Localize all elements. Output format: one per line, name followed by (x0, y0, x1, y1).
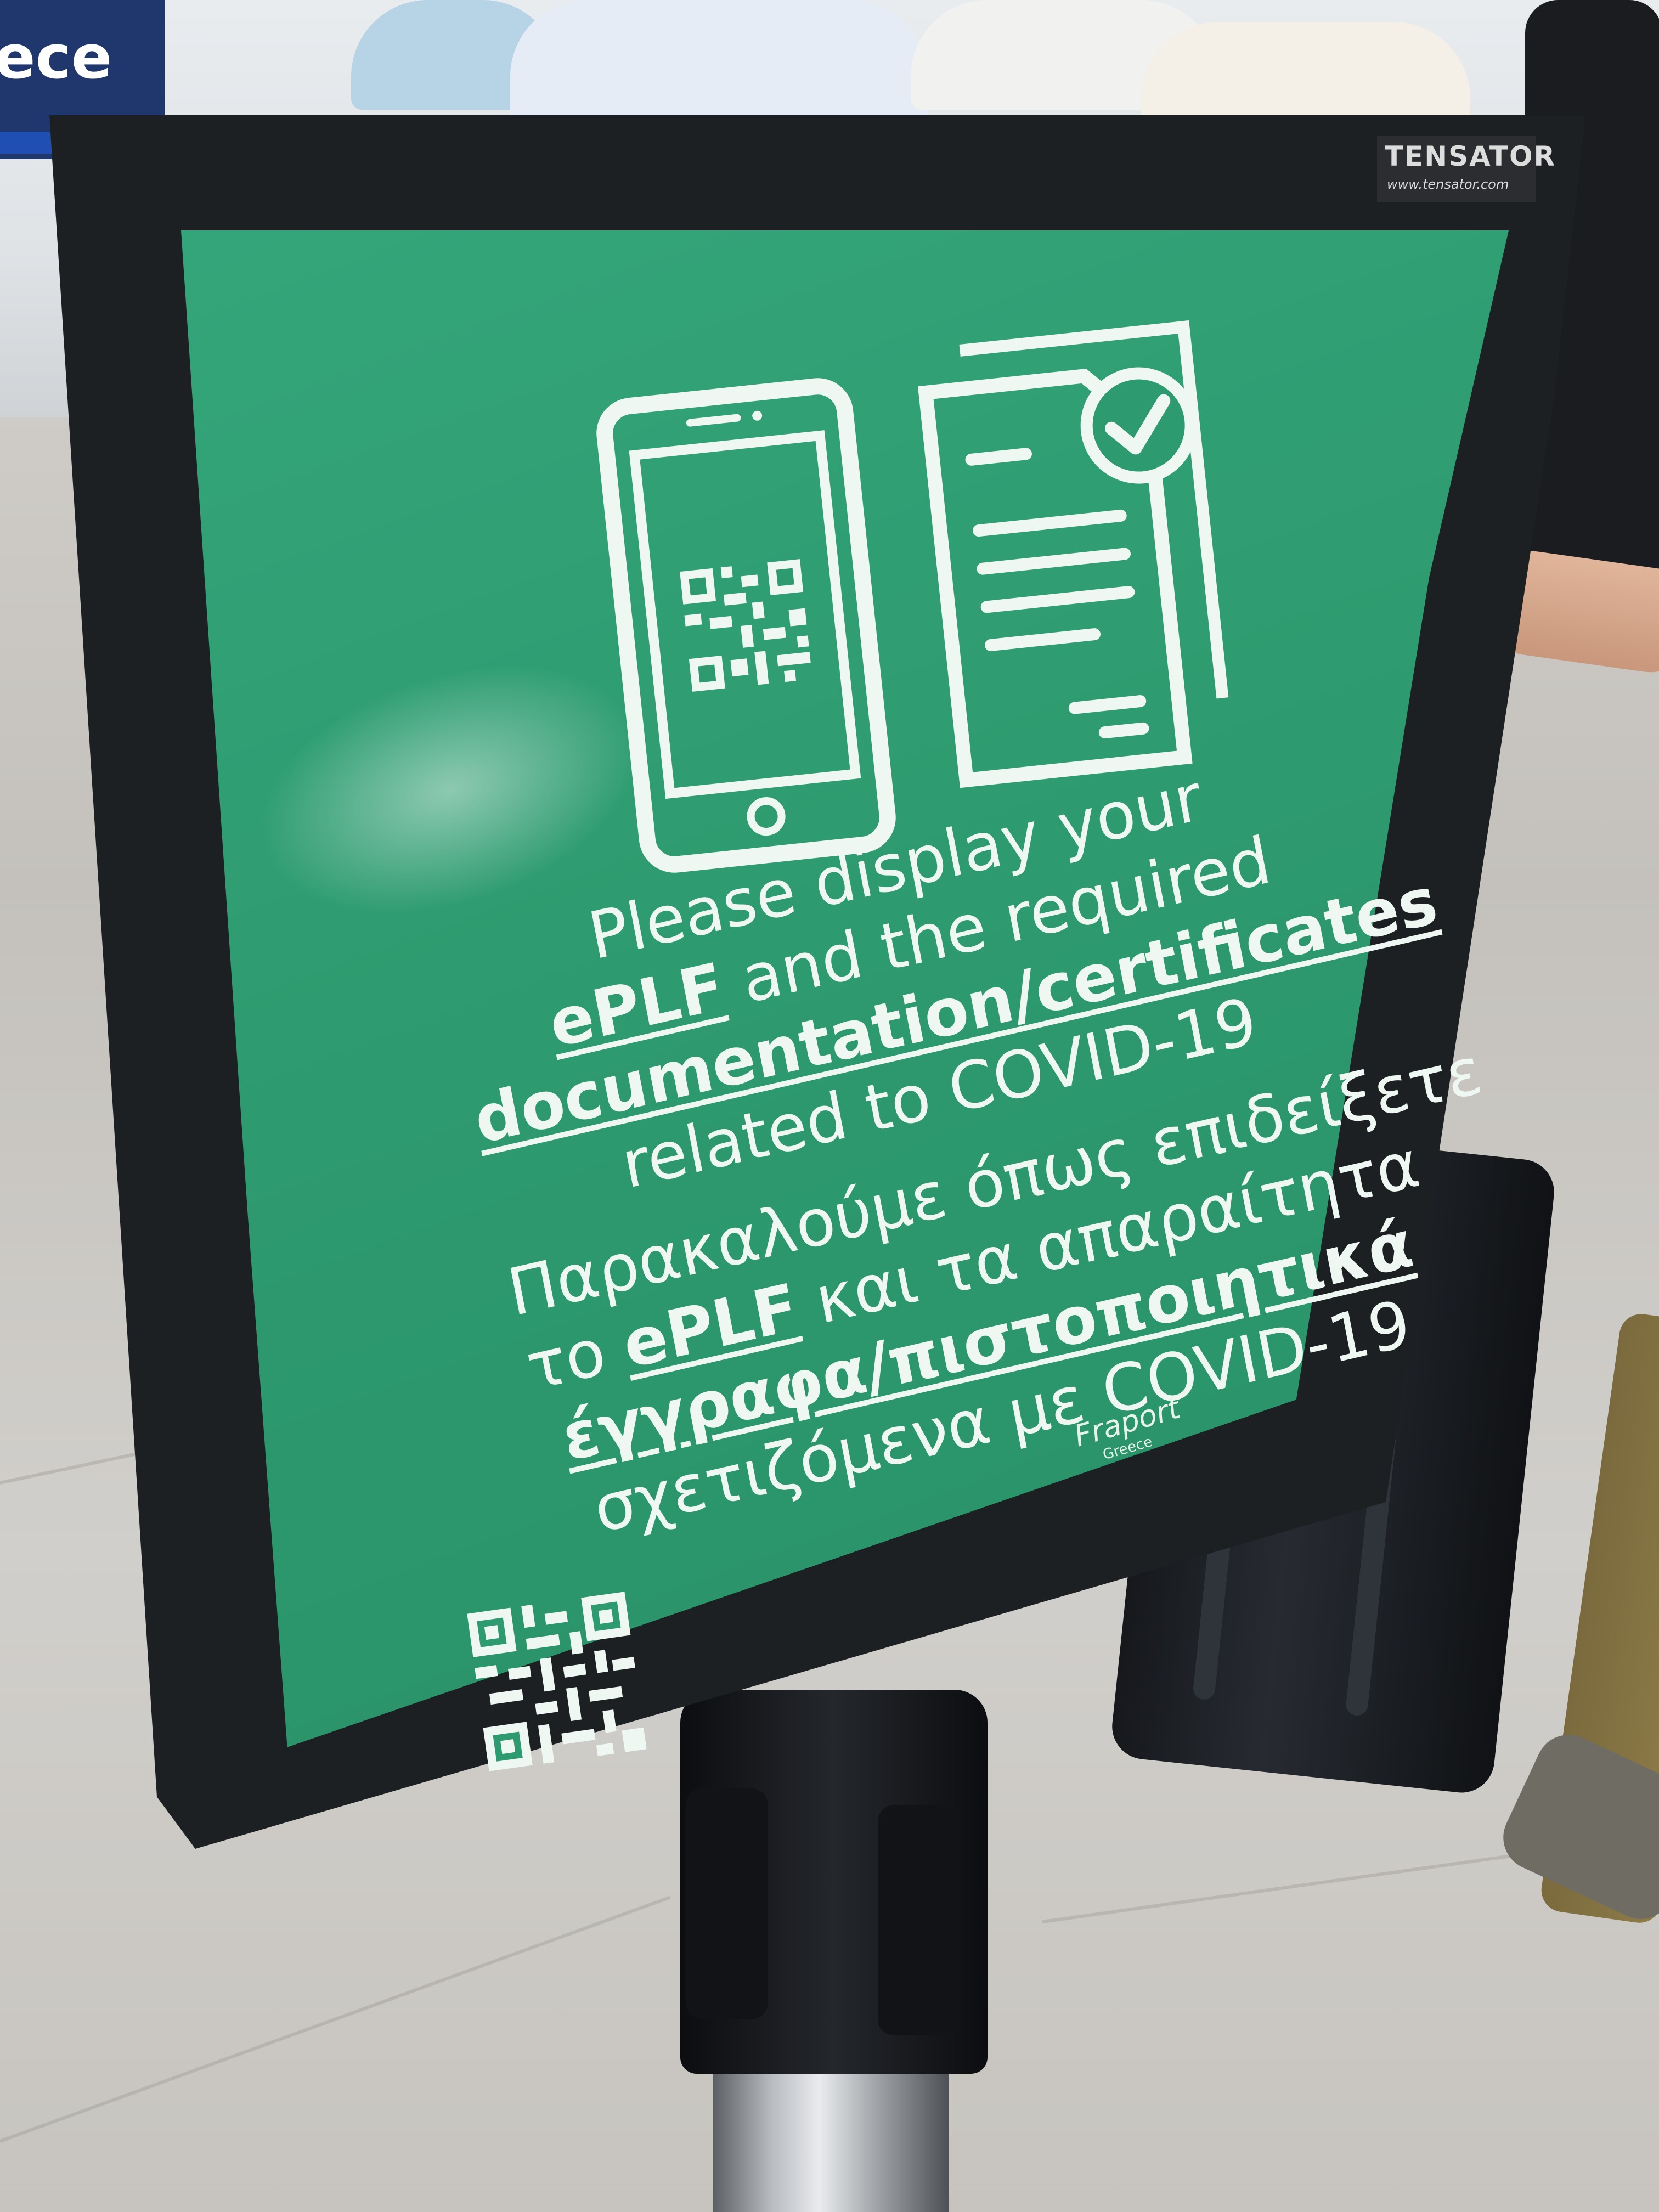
document-check-icon (918, 320, 1229, 788)
stanchion-clip (878, 1805, 960, 2035)
wall-sign-text: ece (0, 22, 112, 92)
stanchion-clip (686, 1788, 768, 2019)
sticker-brand: TENSATOR (1385, 140, 1556, 172)
phone-qr-icon (596, 378, 896, 873)
manufacturer-sticker: TENSATOR www.tensator.com (1377, 136, 1555, 202)
qr-code-icon (467, 1592, 647, 1771)
person (510, 0, 927, 126)
photo-scene: ece TENSATOR www.tensator.com Please dis… (0, 0, 1659, 2212)
sticker-url: www.tensator.com (1387, 177, 1509, 192)
